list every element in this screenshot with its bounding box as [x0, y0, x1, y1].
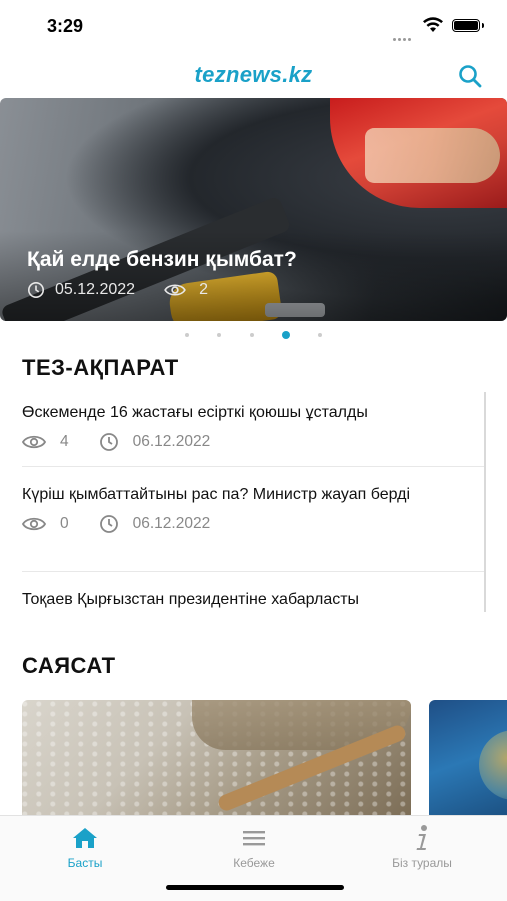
section-title-politics: САЯСАТ	[22, 653, 116, 678]
section-title-quick-news: ТЕЗ-АҚПАРАТ	[22, 355, 179, 380]
cellular-dots-icon	[393, 28, 415, 41]
news-views: 0	[60, 515, 69, 532]
news-date: 06.12.2022	[132, 433, 211, 450]
home-indicator	[166, 885, 344, 890]
news-headline: Өскеменде 16 жастағы есірткі қоюшы ұстал…	[22, 404, 368, 421]
news-headline: Күріш қымбаттайтыны рас па? Министр жауа…	[22, 486, 411, 503]
tab-about[interactable]: Біз туралы	[362, 824, 482, 870]
divider	[22, 466, 484, 467]
tab-home[interactable]: Басты	[25, 824, 145, 870]
app-logo: teznews.kz	[194, 62, 313, 87]
info-icon	[416, 825, 427, 850]
search-icon[interactable]	[456, 62, 484, 90]
eye-icon	[164, 284, 186, 296]
featured-article-meta: 05.12.2022 2	[27, 281, 208, 299]
eye-icon	[22, 517, 46, 531]
tab-home-label: Басты	[67, 856, 103, 870]
news-item[interactable]: Өскеменде 16 жастағы есірткі қоюшы ұстал…	[22, 402, 484, 452]
news-views: 4	[60, 433, 69, 450]
eye-icon	[22, 435, 46, 449]
clock-icon	[27, 281, 45, 299]
politics-article-card[interactable]	[22, 700, 411, 820]
app-header: teznews.kz	[0, 52, 507, 98]
battery-icon	[452, 19, 484, 32]
wifi-icon	[423, 17, 443, 32]
carousel-pager[interactable]	[0, 326, 507, 340]
status-bar: 3:29	[0, 0, 507, 52]
news-headline: Тоқаев Қырғызстан президентіне хабарласт…	[22, 591, 360, 608]
featured-article-date: 05.12.2022	[55, 281, 136, 298]
divider	[22, 571, 484, 572]
home-icon	[73, 828, 97, 848]
clock-icon	[99, 515, 118, 533]
menu-icon	[243, 831, 265, 846]
news-item[interactable]: Тоқаев Қырғызстан президентіне хабарласт…	[22, 589, 484, 611]
pager-dot[interactable]	[184, 332, 189, 337]
status-time: 3:29	[47, 16, 84, 36]
pager-dot[interactable]	[217, 332, 222, 337]
featured-article-card[interactable]: Қай елде бензин қымбат? 05.12.2022 2	[0, 98, 507, 321]
news-date: 06.12.2022	[132, 515, 211, 532]
pager-dot-active[interactable]	[281, 330, 290, 339]
politics-article-card[interactable]	[429, 700, 507, 820]
tab-menu-label: Кебеже	[233, 856, 275, 870]
featured-article-title: Қай елде бензин қымбат?	[27, 248, 297, 271]
clock-icon	[99, 433, 118, 451]
pager-dot[interactable]	[318, 332, 323, 337]
scroll-indicator	[484, 392, 486, 612]
tab-about-label: Біз туралы	[392, 856, 452, 870]
featured-article-views: 2	[199, 281, 208, 298]
news-item[interactable]: Күріш қымбаттайтыны рас па? Министр жауа…	[22, 484, 484, 534]
tab-menu[interactable]: Кебеже	[194, 824, 314, 870]
pager-dot[interactable]	[249, 332, 254, 337]
